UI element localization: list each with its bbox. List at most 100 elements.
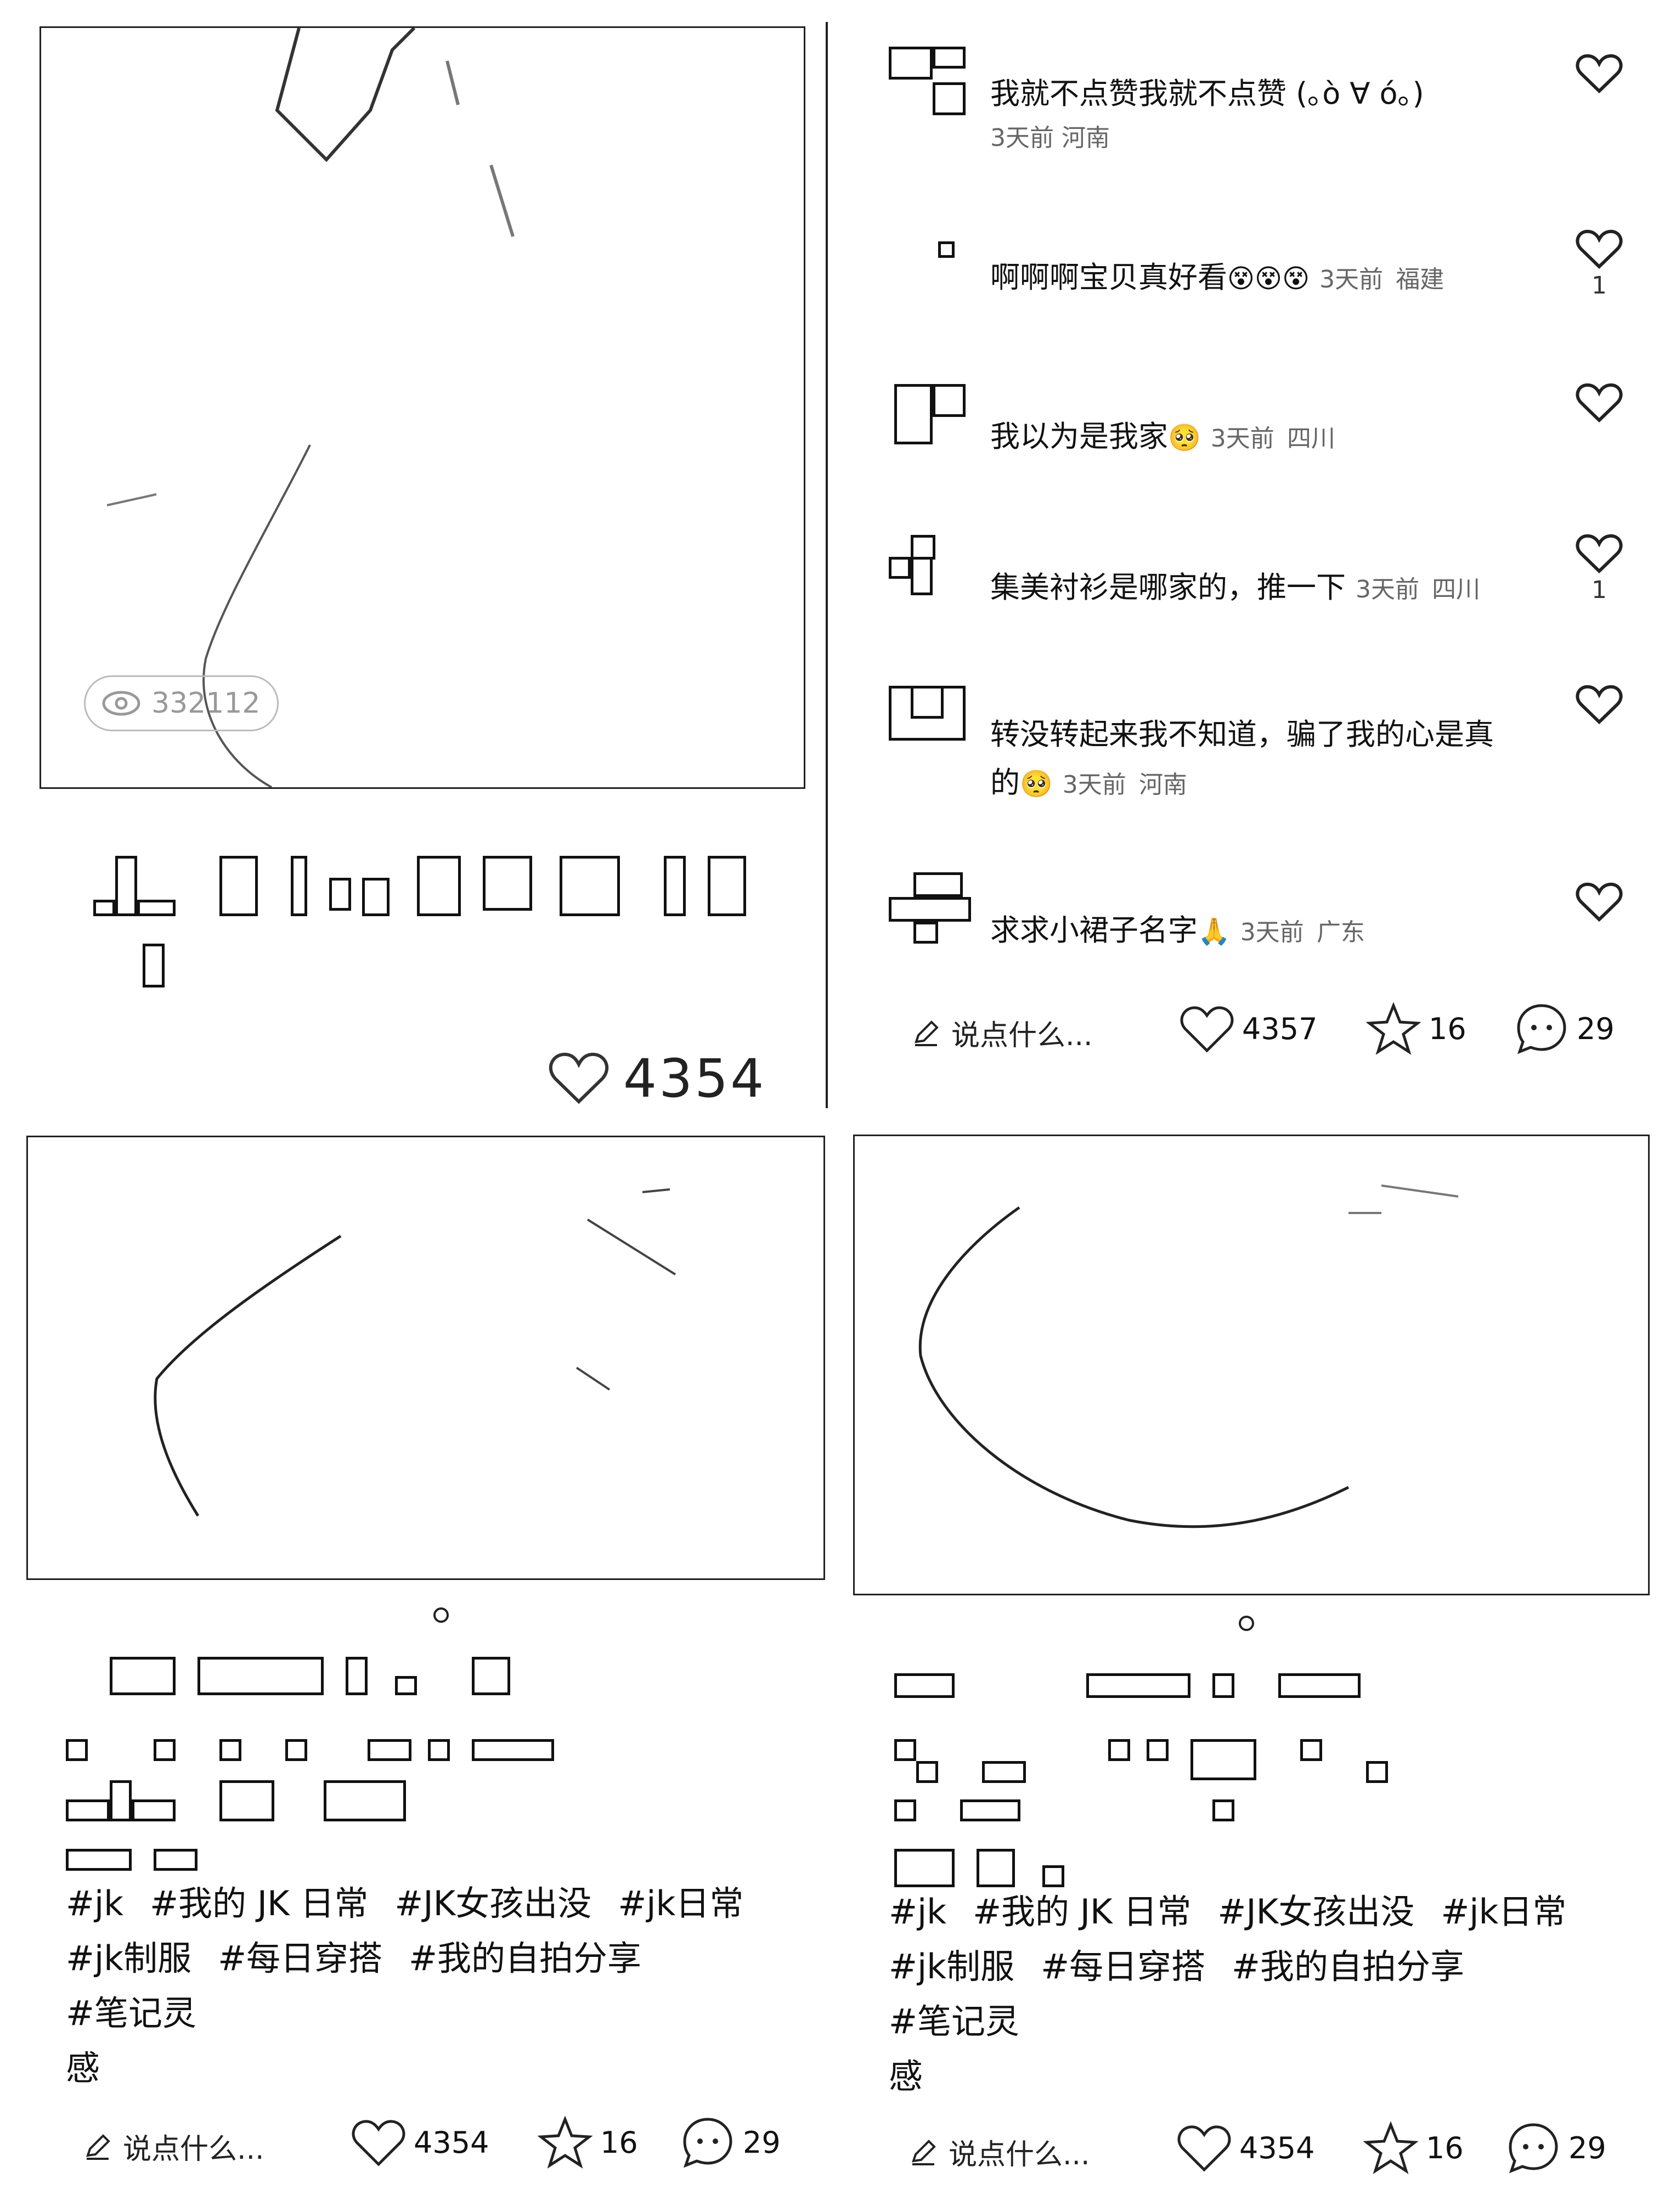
comment-count: 29 [1568, 2130, 1606, 2165]
tag-link[interactable]: #笔记灵 [889, 2001, 1019, 2041]
photo-sketch [154, 1188, 676, 1517]
caption-dot [1239, 1616, 1254, 1631]
heart-outline-icon[interactable] [1569, 44, 1629, 104]
action-bar-bottom-right: 说点什么... 4354 16 29 [908, 2112, 1643, 2183]
heart-outline-icon[interactable] [1569, 524, 1629, 584]
heart-outline-icon[interactable] [1569, 872, 1629, 933]
tag-link[interactable]: #jk日常 [618, 1883, 743, 1923]
avatar[interactable] [889, 44, 971, 126]
tag-link[interactable]: #每日穿搭 [1041, 1946, 1205, 1987]
comment-text: 集美衬衫是哪家的，推一下 [990, 570, 1346, 605]
tag-link-continuation[interactable]: 感 [66, 2048, 100, 2088]
tag-link[interactable]: #JK女孩出没 [394, 1883, 591, 1923]
pencil-icon [86, 2134, 110, 2160]
avatar[interactable] [889, 524, 971, 606]
comment-button[interactable]: 29 [1506, 2112, 1606, 2183]
avatar[interactable] [889, 675, 971, 757]
comment-item[interactable]: 我就不点赞我就不点赞 (｡ò ∀ ó｡) 3天前 河南 [889, 44, 1624, 176]
comment-time: 3天前 [1210, 425, 1274, 453]
pleading-face-icon: 🥺 [1168, 422, 1201, 453]
like-button[interactable]: 4357 [1180, 993, 1317, 1064]
say-label: 说点什么... [949, 2138, 1090, 2171]
pleading-face-icon: 🥺 [1020, 769, 1053, 799]
comment-input-button[interactable]: 说点什么... [82, 2126, 264, 2167]
eye-icon [102, 691, 140, 716]
say-label: 说点什么... [951, 1019, 1093, 1052]
comment-item[interactable]: 求求小裙子名字🙏 3天前 广东 [889, 872, 1624, 982]
favorite-button[interactable]: 16 [1363, 2112, 1464, 2183]
comment-button[interactable]: 29 [680, 2107, 781, 2178]
dizzy-face-icon: 😵😵😵 [1227, 263, 1310, 294]
top-left-like[interactable]: 4354 [549, 1048, 766, 1109]
comment-time: 3天前 [1356, 575, 1419, 603]
tag-link[interactable]: #每日穿搭 [218, 1938, 382, 1978]
tag-link[interactable]: #jk制服 [66, 1938, 191, 1978]
tag-link[interactable]: #jk制服 [889, 1946, 1014, 1987]
tag-link-continuation[interactable]: 感 [889, 2056, 923, 2096]
comment-time: 3天前 [1062, 771, 1126, 799]
star-count: 16 [1429, 1011, 1466, 1046]
like-button[interactable]: 4354 [1177, 2112, 1314, 2183]
favorite-button[interactable]: 16 [1366, 993, 1466, 1064]
like-count: 4354 [414, 2125, 489, 2160]
tag-link[interactable]: #jk [66, 1883, 123, 1923]
comment-text: 我以为是我家 [990, 419, 1168, 454]
post-image-bottom-left[interactable] [26, 1136, 825, 1580]
heart-outline-icon[interactable] [1569, 675, 1629, 735]
tag-link[interactable]: #我的 JK 日常 [150, 1883, 368, 1923]
post-image-bottom-right[interactable] [853, 1135, 1650, 1595]
action-bar-top-right: 说点什么... 4357 16 29 [911, 993, 1646, 1064]
tag-link[interactable]: #jk [889, 1892, 946, 1932]
comment-text: 啊啊啊宝贝真好看 [990, 260, 1227, 295]
tag-list-right: #jk #我的 JK 日常 #JK女孩出没 #jk日常 #jk制服 #每日穿搭 #我的自拍… [889, 1884, 1635, 2104]
vertical-divider [826, 22, 828, 1108]
comment-item[interactable]: 转没转起来我不知道，骗了我的心是真的🥺 3天前 河南 [889, 675, 1624, 817]
avatar[interactable] [889, 872, 971, 955]
tag-link[interactable]: #jk日常 [1441, 1892, 1566, 1932]
comment-region: 河南 [1138, 771, 1187, 799]
like-button[interactable]: 4354 [351, 2107, 489, 2178]
caption-dot [433, 1607, 449, 1623]
comment-time: 3天前 [990, 124, 1054, 152]
like-count: 4354 [1239, 2130, 1315, 2165]
comment-item[interactable]: 啊啊啊宝贝真好看😵😵😵 3天前 福建 1 [889, 219, 1624, 340]
comment-time: 3天前 [1240, 918, 1304, 946]
heart-outline-icon [549, 1052, 609, 1104]
comment-text: 我就不点赞我就不点赞 (｡ò ∀ ó｡) [990, 76, 1424, 111]
say-label: 说点什么... [123, 2133, 264, 2166]
tag-link[interactable]: #笔记灵 [66, 1993, 196, 2033]
star-count: 16 [600, 2125, 638, 2160]
comment-region: 四川 [1432, 575, 1481, 603]
star-count: 16 [1426, 2130, 1464, 2165]
comment-text: 求求小裙子名字 [990, 913, 1198, 947]
post-image-top-left[interactable]: 332112 [40, 26, 805, 789]
tag-link[interactable]: #我的 JK 日常 [973, 1892, 1191, 1932]
comment-region: 福建 [1396, 266, 1444, 294]
comment-like-count: 1 [1592, 576, 1607, 604]
comment-region: 四川 [1286, 425, 1335, 453]
tag-link[interactable]: #我的自拍分享 [409, 1938, 641, 1978]
heart-outline-icon[interactable] [1569, 219, 1629, 280]
heart-outline-icon[interactable] [1569, 373, 1629, 433]
tag-link[interactable]: #我的自拍分享 [1232, 1946, 1464, 1987]
avatar[interactable] [889, 373, 971, 455]
comment-button[interactable]: 29 [1514, 993, 1615, 1064]
favorite-button[interactable]: 16 [538, 2107, 638, 2178]
star-outline-icon [1366, 1002, 1421, 1055]
pray-face-icon: 🙏 [1198, 916, 1231, 947]
comment-item[interactable]: 我以为是我家🥺 3天前 四川 [889, 373, 1624, 494]
star-outline-icon [1363, 2121, 1418, 2174]
star-outline-icon [538, 2116, 592, 2169]
comment-item[interactable]: 集美衬衫是哪家的，推一下 3天前 四川 1 [889, 524, 1624, 645]
like-count: 4357 [1242, 1011, 1318, 1046]
avatar[interactable] [889, 219, 971, 302]
comment-time: 3天前 [1319, 266, 1384, 294]
comment-count: 29 [743, 2125, 781, 2160]
tag-link[interactable]: #JK女孩出没 [1217, 1892, 1414, 1932]
pencil-icon [912, 2139, 936, 2165]
view-count-pill: 332112 [84, 675, 279, 731]
photo-sketch [918, 1184, 1459, 1528]
comment-input-button[interactable]: 说点什么... [908, 2131, 1090, 2172]
comment-like-count: 1 [1592, 272, 1607, 300]
comment-input-button[interactable]: 说点什么... [911, 1012, 1093, 1053]
